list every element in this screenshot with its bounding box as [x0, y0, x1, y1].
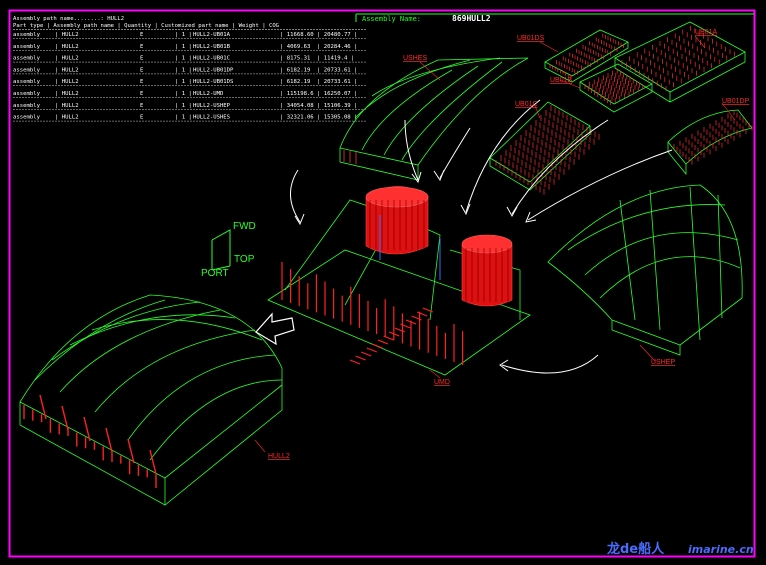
- table-cell: HULL2-UB01A: [193, 32, 231, 38]
- table-cell: | 1 |: [175, 103, 192, 109]
- parts-table: Assembly path name........: HULL2 Part t…: [13, 16, 366, 122]
- table-cell: | 20480.77 |: [317, 32, 357, 38]
- label-hull2: HULL2: [268, 453, 290, 460]
- watermark-cn: 龙de船人: [607, 541, 665, 557]
- assembly-name-value: 869HULL2: [452, 14, 491, 23]
- table-cell: | HULL2: [55, 44, 79, 50]
- table-cell: | 1 |: [175, 91, 192, 97]
- table-cell: | 1 |: [175, 67, 192, 73]
- table-cell: | 1 |: [175, 79, 192, 85]
- label-ub01b: UB01B: [550, 77, 573, 84]
- ushep-shell[interactable]: [547, 184, 743, 356]
- table-cell: | 1 |: [175, 56, 192, 62]
- assembly-path-line: Assembly path name........: HULL2: [13, 16, 124, 22]
- table-cell: HULL2-USHES: [193, 115, 230, 121]
- table-cell: | 15305.08 |: [317, 115, 357, 121]
- table-cell: E: [140, 32, 144, 38]
- umd-tank-2: [461, 234, 513, 307]
- ushes-shell[interactable]: [339, 57, 529, 181]
- table-row: assembly | HULL2 E | 1 | HULL2-UB01DS | 6182.…: [13, 79, 366, 86]
- ub01a-module[interactable]: [614, 21, 746, 103]
- table-cell: | 34054.08: [280, 103, 314, 109]
- table-cell: | 16250.07 |: [317, 91, 357, 97]
- ub01b-module[interactable]: [579, 63, 653, 113]
- axis-port: PORT: [201, 268, 229, 279]
- table-row: assembly | HULL2 E | 1 | HULL2-UB01C | 8175.3…: [13, 56, 366, 63]
- table-cell: | HULL2: [55, 67, 79, 73]
- table-cell: | 1 |: [175, 32, 192, 38]
- table-cell: | 115198.6: [280, 91, 314, 97]
- table-cell: | HULL2: [55, 103, 79, 109]
- table-row: assembly | HULL2 E | 1 | HULL2-UB01A | 11668.…: [13, 32, 366, 39]
- table-row: assembly | HULL2 E | 1 | HULL2-UB01DP | 6182.…: [13, 67, 366, 75]
- ub01dp-module[interactable]: [667, 109, 753, 176]
- table-cell: E: [140, 67, 144, 73]
- table-cell: assembly: [13, 91, 41, 97]
- label-ub01dp: UB01DP: [722, 98, 750, 105]
- watermark: 龙de船人 imarine.cn: [607, 541, 754, 557]
- table-cell: assembly: [13, 103, 41, 109]
- table-cell: | 20733.61 |: [317, 79, 357, 85]
- table-row: assembly | HULL2 E | 1 | HULL2-USHEP | 34054.…: [13, 103, 366, 110]
- table-cell: E: [140, 44, 144, 50]
- table-cell: E: [140, 91, 144, 97]
- table-header: Part type | Assembly path name | Quantit…: [13, 23, 280, 29]
- assembly-name-label: Assembly Name:: [362, 15, 421, 23]
- table-cell: | 1 |: [175, 115, 192, 121]
- table-cell: | HULL2: [55, 115, 79, 121]
- table-cell: | 1 |: [175, 44, 192, 50]
- watermark-en: imarine.cn: [688, 543, 754, 556]
- table-row: assembly | HULL2 E | 1 | HULL2-USHES | 32321.…: [13, 115, 366, 122]
- label-ushes: USHES: [403, 55, 427, 62]
- label-ub01a: UB01A: [695, 29, 718, 36]
- axis-top: TOP: [234, 254, 255, 265]
- axis-triad: [211, 229, 231, 271]
- table-cell: | 6182.19: [280, 67, 310, 73]
- table-cell: assembly: [13, 56, 41, 62]
- table-row: assembly | HULL2 E | 1 | HULL2-UMD | 115198.6…: [13, 91, 366, 98]
- hull2-assembly[interactable]: [19, 294, 283, 506]
- ub01c-module[interactable]: [489, 101, 600, 195]
- table-cell: | 4069.63: [280, 44, 310, 50]
- table-cell: | 8175.31: [280, 56, 310, 62]
- table-cell: assembly: [13, 115, 41, 121]
- table-cell: HULL2-UMD: [193, 91, 224, 97]
- umd-tank-1: [365, 186, 429, 255]
- table-cell: | HULL2: [55, 32, 79, 38]
- label-ushep: USHEP: [651, 359, 675, 366]
- table-cell: HULL2-UB01B: [193, 44, 231, 50]
- table-cell: E: [140, 56, 144, 62]
- table-cell: | 11419.4 |: [317, 56, 354, 62]
- table-cell: assembly: [13, 32, 41, 38]
- table-cell: | HULL2: [55, 79, 79, 85]
- table-cell: | 20284.46 |: [317, 44, 357, 50]
- umd-module[interactable]: [267, 186, 531, 376]
- table-cell: | 32321.06: [280, 115, 314, 121]
- label-ub01ds: UB01DS: [517, 35, 545, 42]
- table-cell: HULL2-UB01DP: [193, 67, 234, 73]
- table-cell: | 11668.60: [280, 32, 314, 38]
- table-cell: E: [140, 115, 144, 121]
- table-cell: HULL2-UB01DS: [193, 79, 233, 85]
- axis-fwd: FWD: [233, 221, 256, 232]
- table-cell: | HULL2: [55, 56, 79, 62]
- table-cell: | 20733.61 |: [317, 67, 357, 73]
- table-cell: | 6182.19: [280, 79, 310, 85]
- table-cell: assembly: [13, 44, 41, 50]
- table-cell: E: [140, 79, 144, 85]
- table-cell: assembly: [13, 79, 41, 85]
- label-umd: UMD: [434, 379, 450, 386]
- table-cell: | 15106.39 |: [317, 103, 357, 109]
- table-cell: E: [140, 103, 144, 109]
- table-cell: | HULL2: [55, 91, 79, 97]
- table-cell: HULL2-USHEP: [193, 103, 231, 109]
- table-row: assembly | HULL2 E | 1 | HULL2-UB01B | 4069.6…: [13, 44, 366, 51]
- viewport-border: [8, 9, 756, 558]
- table-cell: assembly: [13, 67, 41, 73]
- table-cell: HULL2-UB01C: [193, 56, 230, 62]
- cad-viewport[interactable]: Assembly Name: 869HULL2 Assembly path na…: [0, 0, 766, 565]
- label-ub01c: UB01C: [515, 101, 538, 108]
